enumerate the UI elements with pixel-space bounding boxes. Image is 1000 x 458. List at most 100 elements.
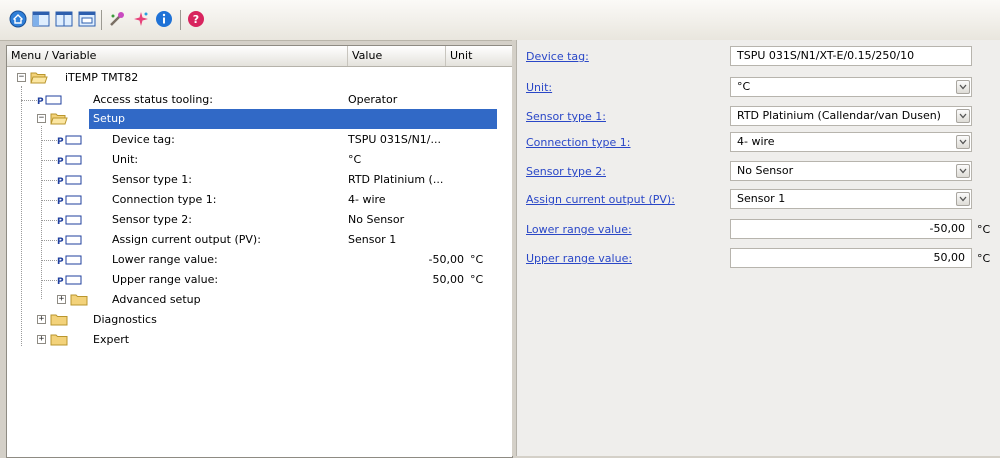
folder-open-icon — [30, 72, 48, 84]
tree-item-assign-output[interactable]: P Assign current output (PV): Sensor 1 — [7, 230, 512, 250]
parameter-icon: P — [57, 215, 82, 226]
panel-left-icon[interactable] — [31, 9, 51, 29]
tree-item-root[interactable]: − iTEMP TMT82 — [7, 68, 512, 88]
sensor-type-1-select[interactable]: RTD Platinium (Callendar/van Dusen) — [730, 106, 972, 126]
svg-text:P: P — [57, 277, 64, 286]
info-icon[interactable] — [154, 9, 174, 29]
tree-item-unit: °C — [470, 273, 484, 286]
tree-root-label: iTEMP TMT82 — [65, 71, 139, 84]
upper-range-input[interactable]: 50,00 — [730, 248, 972, 268]
folder-icon — [50, 334, 68, 346]
sensor-type-1-link[interactable]: Sensor type 1: — [526, 110, 606, 123]
chevron-down-icon[interactable] — [956, 80, 970, 94]
tree-item-value: 50,00 — [432, 273, 465, 286]
tree-item-connection-type-1[interactable]: P Connection type 1: 4- wire — [7, 190, 512, 210]
tree-item-diagnostics[interactable]: + Diagnostics — [7, 310, 512, 330]
parameter-form-panel: Device tag: TSPU 031S/N1/XT-E/0.15/250/1… — [516, 40, 1000, 456]
parameter-icon: P — [57, 255, 82, 266]
tree-item-expert[interactable]: + Expert — [7, 330, 512, 350]
parameter-icon: P — [57, 275, 82, 286]
svg-text:P: P — [57, 137, 64, 146]
tree-item-label: Advanced setup — [112, 293, 201, 306]
parameter-icon: P — [57, 155, 82, 166]
tree-item-upper-range[interactable]: P Upper range value: 50,00 °C — [7, 270, 512, 290]
wizard-star-icon[interactable] — [131, 9, 151, 29]
panel-split-icon[interactable] — [54, 9, 74, 29]
expand-icon[interactable]: + — [37, 315, 46, 324]
parameter-icon: P — [57, 235, 82, 246]
expand-icon[interactable]: + — [37, 335, 46, 344]
tree-item-sensor-type-2[interactable]: P Sensor type 2: No Sensor — [7, 210, 512, 230]
device-tag-link[interactable]: Device tag: — [526, 50, 589, 63]
tree-item-sensor-type-1[interactable]: P Sensor type 1: RTD Platinium (... — [7, 170, 512, 190]
tree-item-label: Lower range value: — [112, 253, 218, 266]
svg-text:P: P — [37, 97, 44, 106]
folder-icon — [70, 294, 88, 306]
menu-tree-panel: Menu / Variable Value Unit − iTEMP TMT82… — [6, 45, 513, 458]
chevron-down-icon[interactable] — [956, 109, 970, 123]
home-icon[interactable] — [8, 9, 28, 29]
tree-item-setup[interactable]: − Setup — [7, 109, 512, 129]
chevron-down-icon[interactable] — [956, 192, 970, 206]
tree-item-advanced-setup[interactable]: + Advanced setup — [7, 290, 512, 310]
svg-text:P: P — [57, 237, 64, 246]
tool-wrench-icon[interactable] — [107, 9, 127, 29]
tree-item-value: TSPU 031S/N1/... — [348, 133, 441, 146]
sensor-type-1-value: RTD Platinium (Callendar/van Dusen) — [737, 109, 941, 122]
chevron-down-icon[interactable] — [956, 135, 970, 149]
column-header-unit[interactable]: Unit — [446, 46, 512, 66]
tree-item-value: No Sensor — [348, 213, 405, 226]
tree-item-label: Connection type 1: — [112, 193, 217, 206]
tree-item-label: Setup — [93, 112, 126, 125]
column-header-value[interactable]: Value — [348, 46, 446, 66]
parameter-icon: P — [57, 195, 82, 206]
sensor-type-2-link[interactable]: Sensor type 2: — [526, 165, 606, 178]
svg-text:P: P — [57, 217, 64, 226]
tree-header: Menu / Variable Value Unit — [7, 46, 512, 67]
folder-open-icon — [50, 113, 68, 125]
unit-link[interactable]: Unit: — [526, 81, 552, 94]
collapse-icon[interactable]: − — [37, 114, 46, 123]
tree-item-value: °C — [348, 153, 362, 166]
svg-text:?: ? — [193, 13, 199, 26]
help-icon[interactable]: ? — [186, 9, 206, 29]
tree-item-label: Unit: — [112, 153, 139, 166]
svg-text:P: P — [57, 257, 64, 266]
lower-range-input[interactable]: -50,00 — [730, 219, 972, 239]
tree-item-label: Access status tooling: — [93, 93, 213, 106]
chevron-down-icon[interactable] — [956, 164, 970, 178]
svg-text:P: P — [57, 177, 64, 186]
parameter-icon: P — [57, 135, 82, 146]
tree-item-label: Assign current output (PV): — [112, 233, 261, 246]
panel-window-icon[interactable] — [77, 9, 97, 29]
tree-item-value: Sensor 1 — [348, 233, 397, 246]
assign-output-select[interactable]: Sensor 1 — [730, 189, 972, 209]
svg-text:P: P — [57, 197, 64, 206]
collapse-icon[interactable]: − — [17, 73, 26, 82]
tree-item-value: RTD Platinium (... — [348, 173, 444, 186]
column-header-menu[interactable]: Menu / Variable — [7, 46, 348, 66]
assign-output-link[interactable]: Assign current output (PV): — [526, 193, 675, 206]
lower-range-link[interactable]: Lower range value: — [526, 223, 632, 236]
parameter-icon: P — [57, 175, 82, 186]
connection-type-1-link[interactable]: Connection type 1: — [526, 136, 631, 149]
tree-item-access-status[interactable]: P Access status tooling: Operator — [7, 90, 512, 110]
tree-item-label: Sensor type 2: — [112, 213, 192, 226]
expand-icon[interactable]: + — [57, 295, 66, 304]
lower-range-unit: °C — [977, 223, 991, 236]
tree-item-lower-range[interactable]: P Lower range value: -50,00 °C — [7, 250, 512, 270]
selection-highlight — [89, 109, 497, 129]
tree-item-unit[interactable]: P Unit: °C — [7, 150, 512, 170]
tree-item-unit: °C — [470, 253, 484, 266]
tree-item-label: Upper range value: — [112, 273, 219, 286]
device-tag-input[interactable]: TSPU 031S/N1/XT-E/0.15/250/10 — [730, 46, 972, 66]
tree-item-device-tag[interactable]: P Device tag: TSPU 031S/N1/... — [7, 130, 512, 150]
unit-select[interactable]: °C — [730, 77, 972, 97]
tree-item-label: Diagnostics — [93, 313, 157, 326]
upper-range-link[interactable]: Upper range value: — [526, 252, 632, 265]
tree-item-value: -50,00 — [428, 253, 464, 266]
connection-type-1-select[interactable]: 4- wire — [730, 132, 972, 152]
svg-text:P: P — [57, 157, 64, 166]
sensor-type-2-select[interactable]: No Sensor — [730, 161, 972, 181]
folder-icon — [50, 314, 68, 326]
